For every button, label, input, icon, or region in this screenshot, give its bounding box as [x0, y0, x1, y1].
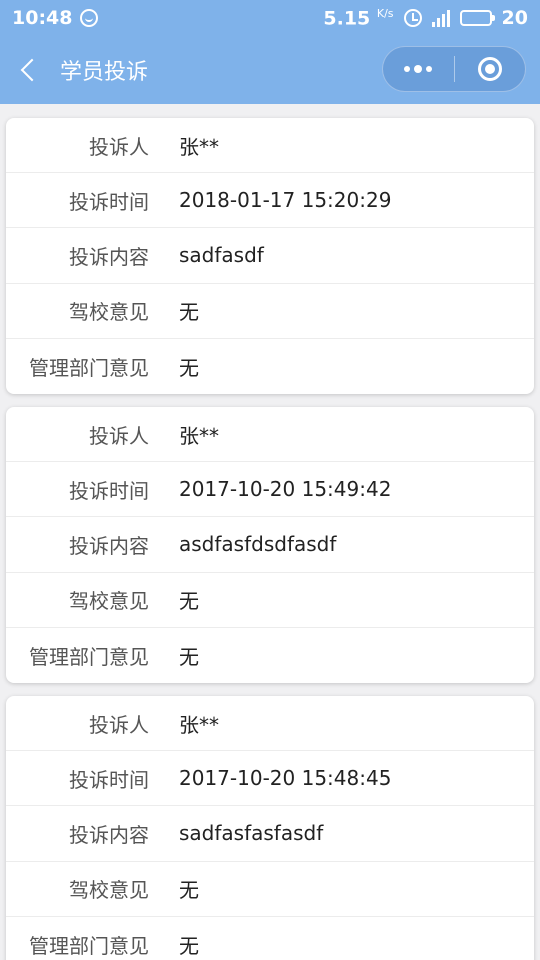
close-button[interactable]: [455, 47, 526, 91]
alarm-icon: [403, 8, 422, 27]
label-dept-opinion: 管理部门意见: [29, 355, 149, 380]
signal-icon: [431, 9, 450, 27]
complaint-card[interactable]: 投诉人 张** 投诉时间 2017-10-20 15:48:45 投诉内容 sa…: [6, 696, 534, 960]
label-time: 投诉时间: [69, 189, 149, 214]
label-dept-opinion: 管理部门意见: [29, 933, 149, 958]
value-dept-opinion: 无: [179, 644, 199, 669]
close-circle-icon: [477, 57, 502, 81]
complaint-card[interactable]: 投诉人 张** 投诉时间 2017-10-20 15:49:42 投诉内容 as…: [6, 407, 534, 683]
label-content: 投诉内容: [69, 244, 149, 269]
value-time: 2018-01-17 15:20:29: [179, 188, 392, 213]
status-right: 5.15 K/s 20: [323, 7, 528, 29]
network-speed: 5.15 K/s: [323, 6, 394, 30]
label-complainant: 投诉人: [89, 134, 149, 159]
row-dept-opinion: 管理部门意见 无: [6, 628, 534, 683]
dot-icon: [404, 66, 411, 72]
value-school-opinion: 无: [179, 300, 199, 325]
value-complainant: 张**: [179, 423, 219, 448]
row-complainant: 投诉人 张**: [6, 696, 534, 752]
value-content: sadfasfasfasdf: [179, 821, 324, 846]
row-content: 投诉内容 asdfasfdsdfasdf: [6, 517, 534, 573]
row-complainant: 投诉人 张**: [6, 407, 534, 463]
app: 10:48 5.15 K/s 20 学员投诉 投诉人 张** 投诉时间 2018…: [0, 0, 540, 960]
dot-icon: [426, 66, 433, 72]
label-school-opinion: 驾校意见: [69, 589, 149, 614]
row-time: 投诉时间 2017-10-20 15:49:42: [6, 462, 534, 518]
value-school-opinion: 无: [179, 589, 199, 614]
value-complainant: 张**: [179, 712, 219, 737]
value-school-opinion: 无: [179, 878, 199, 903]
row-school-opinion: 驾校意见 无: [6, 862, 534, 917]
value-complainant: 张**: [179, 134, 219, 159]
row-dept-opinion: 管理部门意见 无: [6, 339, 534, 394]
row-school-opinion: 驾校意见 无: [6, 284, 534, 339]
top-bar: 10:48 5.15 K/s 20 学员投诉: [0, 0, 540, 104]
row-school-opinion: 驾校意见 无: [6, 573, 534, 628]
more-button[interactable]: [383, 47, 454, 91]
app-notification-icon: [80, 9, 99, 27]
back-button[interactable]: [0, 36, 56, 104]
label-school-opinion: 驾校意见: [69, 300, 149, 325]
status-time: 10:48: [12, 7, 73, 29]
label-school-opinion: 驾校意见: [69, 878, 149, 903]
label-complainant: 投诉人: [89, 423, 149, 448]
row-complainant: 投诉人 张**: [6, 118, 534, 174]
row-time: 投诉时间 2018-01-17 15:20:29: [6, 173, 534, 229]
row-content: 投诉内容 sadfasdf: [6, 228, 534, 284]
row-time: 投诉时间 2017-10-20 15:48:45: [6, 751, 534, 807]
chevron-left-icon: [20, 58, 44, 82]
label-complainant: 投诉人: [89, 712, 149, 737]
status-bar: 10:48 5.15 K/s 20: [0, 0, 540, 36]
battery-icon: [459, 9, 495, 26]
value-time: 2017-10-20 15:49:42: [179, 477, 392, 502]
label-content: 投诉内容: [69, 822, 149, 847]
mini-program-capsule: [382, 46, 526, 92]
value-dept-opinion: 无: [179, 355, 199, 380]
dot-icon: [414, 65, 423, 73]
nav-bar: 学员投诉: [0, 36, 540, 104]
label-time: 投诉时间: [69, 478, 149, 503]
value-content: asdfasfdsdfasdf: [179, 532, 337, 557]
value-time: 2017-10-20 15:48:45: [179, 766, 392, 791]
row-dept-opinion: 管理部门意见 无: [6, 917, 534, 960]
value-dept-opinion: 无: [179, 933, 199, 958]
complaint-card[interactable]: 投诉人 张** 投诉时间 2018-01-17 15:20:29 投诉内容 sa…: [6, 118, 534, 394]
battery-level: 20: [501, 6, 528, 29]
label-content: 投诉内容: [69, 533, 149, 558]
label-time: 投诉时间: [69, 767, 149, 792]
label-dept-opinion: 管理部门意见: [29, 644, 149, 669]
row-content: 投诉内容 sadfasfasfasdf: [6, 806, 534, 862]
page-title: 学员投诉: [60, 60, 149, 85]
value-content: sadfasdf: [179, 243, 264, 268]
